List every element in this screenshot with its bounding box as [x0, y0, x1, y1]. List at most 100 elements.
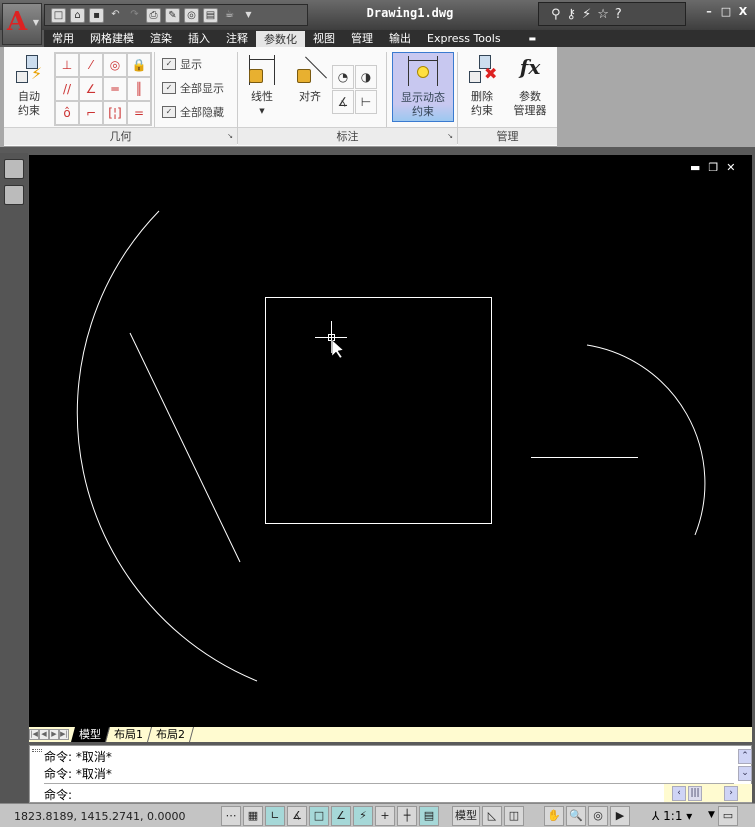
panel-title-geometry[interactable]: 几何 ↘	[4, 127, 237, 145]
horizontal-constraint-icon[interactable]: ═	[103, 77, 127, 101]
last-layout-button[interactable]: ▶|	[59, 729, 69, 740]
scroll-up-button[interactable]: ⌃	[738, 749, 752, 764]
showmotion-icon[interactable]: ▶	[610, 806, 630, 826]
annotation-scale[interactable]: ⅄ 1:1 ▾	[652, 809, 692, 823]
line-diagonal[interactable]	[129, 332, 241, 563]
linear-dimension-button[interactable]: 线性 ▼	[242, 55, 282, 118]
drawing-canvas[interactable]	[29, 155, 752, 727]
save-icon[interactable]: ▪	[89, 7, 104, 23]
collinear-constraint-icon[interactable]: ⁄	[79, 53, 103, 77]
quick-view-drawings-icon[interactable]: ◫	[504, 806, 524, 826]
quick-properties-toggle[interactable]: ▤	[419, 806, 439, 826]
redo-icon[interactable]: ↷	[127, 8, 142, 23]
fix-constraint-icon[interactable]: 🔒	[127, 53, 151, 77]
tab-manage[interactable]: 管理	[343, 30, 381, 47]
aligned-dimension-button[interactable]: 对齐	[290, 55, 330, 104]
chevron-down-icon[interactable]: ▼	[241, 8, 256, 23]
dyn-toggle[interactable]: +	[375, 806, 395, 826]
key-icon[interactable]: ⚷	[567, 7, 577, 22]
panel-title-dimension[interactable]: 标注 ↘	[238, 127, 457, 145]
scroll-down-button[interactable]: ⌄	[738, 766, 752, 781]
parallel-constraint-icon[interactable]: //	[55, 77, 79, 101]
tab-output[interactable]: 输出	[381, 30, 419, 47]
otrack-toggle[interactable]: ∠	[331, 806, 351, 826]
tab-layout1[interactable]: 布局1	[105, 727, 153, 742]
symmetric-constraint-icon[interactable]: [¦]	[103, 101, 127, 125]
tab-mesh[interactable]: 网格建模	[82, 30, 142, 47]
star-icon[interactable]: ☆	[597, 7, 609, 22]
panel-title-manage[interactable]: 管理	[458, 127, 557, 145]
minimize-button[interactable]: –	[702, 5, 716, 19]
coordinates-readout[interactable]: 1823.8189, 1415.2741, 0.0000	[14, 810, 185, 823]
parameters-manager-button[interactable]: fx 参数 管理器	[506, 55, 554, 118]
radius-dimension-icon[interactable]: ◔	[332, 65, 354, 89]
scroll-thumb[interactable]: |||	[688, 786, 702, 801]
binoculars-icon[interactable]: ⚲	[551, 7, 561, 22]
viewport-restore-button[interactable]: ❐	[708, 161, 718, 174]
scroll-left-button[interactable]: ‹	[672, 786, 686, 801]
arc-right[interactable]	[586, 344, 706, 536]
model-button[interactable]: 模型	[452, 806, 480, 826]
new-icon[interactable]: □	[51, 7, 66, 23]
steeringwheel-icon[interactable]: ◎	[588, 806, 608, 826]
chevron-down-icon[interactable]: ▼	[708, 810, 715, 820]
dialog-launcher-icon[interactable]: ↘	[227, 128, 233, 145]
tab-layout2[interactable]: 布局2	[147, 727, 195, 742]
tab-model[interactable]: 模型	[70, 727, 111, 742]
coincident-constraint-icon[interactable]: ⊥	[55, 53, 79, 77]
satellite-icon[interactable]: ⚡	[582, 7, 591, 22]
perpendicular-constraint-icon[interactable]: ∠	[79, 77, 103, 101]
prev-layout-button[interactable]: ◀	[39, 729, 49, 740]
publish-icon[interactable]: ✎	[165, 7, 180, 23]
show-dynamic-constraints-button[interactable]: 显示动态 约束	[392, 52, 454, 122]
viewport-close-button[interactable]: ✕	[726, 161, 735, 174]
convert-dimension-icon[interactable]: ⊢	[355, 90, 377, 114]
viewport-minimize-button[interactable]: ▬	[690, 161, 700, 174]
plot-icon[interactable]: ⎙	[146, 7, 161, 23]
close-button[interactable]: X	[736, 5, 750, 19]
polar-toggle[interactable]: ∡	[287, 806, 307, 826]
vertical-constraint-icon[interactable]: ║	[127, 77, 151, 101]
undo-icon[interactable]: ↶	[108, 8, 123, 23]
tab-home[interactable]: 常用	[44, 30, 82, 47]
help-icon[interactable]: ?	[615, 7, 622, 22]
equal-constraint-icon[interactable]: =	[127, 101, 151, 125]
tab-express-tools[interactable]: Express Tools	[419, 30, 509, 47]
snap-toggle[interactable]: ⋯	[221, 806, 241, 826]
workspace-icon[interactable]: ☕	[222, 8, 237, 23]
tab-parametric[interactable]: 参数化	[256, 31, 305, 48]
preview-icon[interactable]: ◎	[184, 7, 199, 23]
rectangle[interactable]	[265, 297, 492, 524]
pan-icon[interactable]: ✋	[544, 806, 564, 826]
angular-dimension-icon[interactable]: ∡	[332, 90, 354, 114]
tab-annotate[interactable]: 注释	[218, 30, 256, 47]
scroll-right-button[interactable]: ›	[724, 786, 738, 801]
ribbon-minimize-icon[interactable]: ▬	[521, 30, 545, 47]
next-layout-button[interactable]: ▶	[49, 729, 59, 740]
delete-constraints-button[interactable]: ✖ 删除 约束	[462, 55, 502, 118]
open-icon[interactable]: ⌂	[70, 7, 85, 23]
grid-toggle[interactable]: ▦	[243, 806, 263, 826]
horizontal-scrollbar[interactable]: ‹ ||| ›	[664, 784, 752, 802]
properties-icon[interactable]: ▤	[203, 7, 218, 23]
layout-view-icon[interactable]: ◺	[482, 806, 502, 826]
hide-all-button[interactable]: ✓ 全部隐藏	[162, 104, 224, 120]
arc-left[interactable]	[76, 210, 258, 682]
maximize-button[interactable]: □	[719, 5, 733, 19]
auto-constrain-button[interactable]: ⚡ 自动 约束	[8, 55, 50, 118]
concentric-constraint-icon[interactable]: ◎	[103, 53, 127, 77]
tab-insert[interactable]: 插入	[180, 30, 218, 47]
grip-handle[interactable]	[32, 749, 42, 752]
smooth-constraint-icon[interactable]: ⌐	[79, 101, 103, 125]
diameter-dimension-icon[interactable]: ◑	[355, 65, 377, 89]
tangent-constraint-icon[interactable]: ô	[55, 101, 79, 125]
show-all-button[interactable]: ✓ 全部显示	[162, 80, 224, 96]
ducs-toggle[interactable]: ⚡	[353, 806, 373, 826]
tab-view[interactable]: 视图	[305, 30, 343, 47]
show-constraints-button[interactable]: ✓ 显示	[162, 56, 202, 72]
clean-screen-icon[interactable]: ▭	[718, 806, 738, 826]
zoom-icon[interactable]: 🔍	[566, 806, 586, 826]
dialog-launcher-icon[interactable]: ↘	[447, 128, 453, 145]
application-menu-button[interactable]: A ▼	[2, 3, 42, 45]
first-layout-button[interactable]: |◀	[29, 729, 39, 740]
